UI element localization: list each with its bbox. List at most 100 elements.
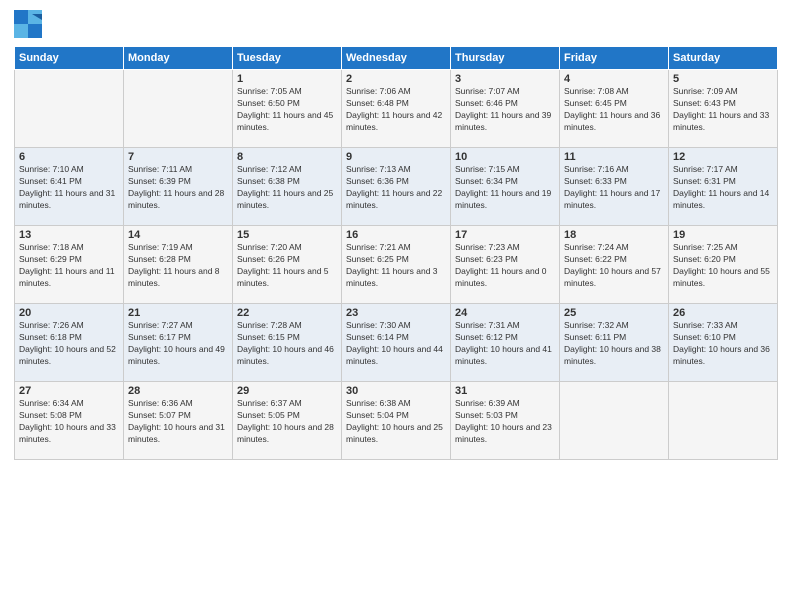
- day-number: 7: [128, 151, 228, 163]
- calendar-cell: 26Sunrise: 7:33 AMSunset: 6:10 PMDayligh…: [669, 304, 778, 382]
- calendar-cell: 25Sunrise: 7:32 AMSunset: 6:11 PMDayligh…: [560, 304, 669, 382]
- calendar-cell: 2Sunrise: 7:06 AMSunset: 6:48 PMDaylight…: [342, 70, 451, 148]
- day-info: Sunrise: 6:36 AMSunset: 5:07 PMDaylight:…: [128, 398, 228, 446]
- calendar-cell: 4Sunrise: 7:08 AMSunset: 6:45 PMDaylight…: [560, 70, 669, 148]
- day-number: 22: [237, 307, 337, 319]
- day-number: 30: [346, 385, 446, 397]
- day-number: 3: [455, 73, 555, 85]
- day-info: Sunrise: 7:10 AMSunset: 6:41 PMDaylight:…: [19, 164, 119, 212]
- day-number: 19: [673, 229, 773, 241]
- day-number: 10: [455, 151, 555, 163]
- header-row: SundayMondayTuesdayWednesdayThursdayFrid…: [15, 47, 778, 70]
- calendar-cell: 29Sunrise: 6:37 AMSunset: 5:05 PMDayligh…: [233, 382, 342, 460]
- day-number: 15: [237, 229, 337, 241]
- day-info: Sunrise: 6:37 AMSunset: 5:05 PMDaylight:…: [237, 398, 337, 446]
- day-info: Sunrise: 7:31 AMSunset: 6:12 PMDaylight:…: [455, 320, 555, 368]
- day-info: Sunrise: 7:27 AMSunset: 6:17 PMDaylight:…: [128, 320, 228, 368]
- day-number: 24: [455, 307, 555, 319]
- day-header-monday: Monday: [124, 47, 233, 70]
- day-info: Sunrise: 7:21 AMSunset: 6:25 PMDaylight:…: [346, 242, 446, 290]
- week-row-4: 20Sunrise: 7:26 AMSunset: 6:18 PMDayligh…: [15, 304, 778, 382]
- day-number: 16: [346, 229, 446, 241]
- day-info: Sunrise: 7:07 AMSunset: 6:46 PMDaylight:…: [455, 86, 555, 134]
- day-number: 13: [19, 229, 119, 241]
- calendar-cell: [669, 382, 778, 460]
- day-number: 27: [19, 385, 119, 397]
- calendar-cell: 30Sunrise: 6:38 AMSunset: 5:04 PMDayligh…: [342, 382, 451, 460]
- day-number: 31: [455, 385, 555, 397]
- calendar-cell: [560, 382, 669, 460]
- day-info: Sunrise: 7:05 AMSunset: 6:50 PMDaylight:…: [237, 86, 337, 134]
- day-info: Sunrise: 6:34 AMSunset: 5:08 PMDaylight:…: [19, 398, 119, 446]
- day-number: 29: [237, 385, 337, 397]
- day-number: 17: [455, 229, 555, 241]
- day-header-sunday: Sunday: [15, 47, 124, 70]
- day-info: Sunrise: 6:38 AMSunset: 5:04 PMDaylight:…: [346, 398, 446, 446]
- calendar-cell: [124, 70, 233, 148]
- day-number: 20: [19, 307, 119, 319]
- day-info: Sunrise: 7:23 AMSunset: 6:23 PMDaylight:…: [455, 242, 555, 290]
- day-info: Sunrise: 7:33 AMSunset: 6:10 PMDaylight:…: [673, 320, 773, 368]
- calendar-cell: 12Sunrise: 7:17 AMSunset: 6:31 PMDayligh…: [669, 148, 778, 226]
- day-number: 25: [564, 307, 664, 319]
- day-number: 12: [673, 151, 773, 163]
- calendar-cell: 15Sunrise: 7:20 AMSunset: 6:26 PMDayligh…: [233, 226, 342, 304]
- week-row-2: 6Sunrise: 7:10 AMSunset: 6:41 PMDaylight…: [15, 148, 778, 226]
- calendar-cell: [15, 70, 124, 148]
- week-row-5: 27Sunrise: 6:34 AMSunset: 5:08 PMDayligh…: [15, 382, 778, 460]
- week-row-3: 13Sunrise: 7:18 AMSunset: 6:29 PMDayligh…: [15, 226, 778, 304]
- calendar-cell: 21Sunrise: 7:27 AMSunset: 6:17 PMDayligh…: [124, 304, 233, 382]
- day-number: 28: [128, 385, 228, 397]
- calendar-cell: 1Sunrise: 7:05 AMSunset: 6:50 PMDaylight…: [233, 70, 342, 148]
- calendar-table: SundayMondayTuesdayWednesdayThursdayFrid…: [14, 46, 778, 460]
- day-info: Sunrise: 7:25 AMSunset: 6:20 PMDaylight:…: [673, 242, 773, 290]
- calendar-cell: 6Sunrise: 7:10 AMSunset: 6:41 PMDaylight…: [15, 148, 124, 226]
- day-info: Sunrise: 7:30 AMSunset: 6:14 PMDaylight:…: [346, 320, 446, 368]
- calendar-cell: 10Sunrise: 7:15 AMSunset: 6:34 PMDayligh…: [451, 148, 560, 226]
- calendar-cell: 11Sunrise: 7:16 AMSunset: 6:33 PMDayligh…: [560, 148, 669, 226]
- calendar-cell: 17Sunrise: 7:23 AMSunset: 6:23 PMDayligh…: [451, 226, 560, 304]
- day-number: 26: [673, 307, 773, 319]
- calendar-cell: 28Sunrise: 6:36 AMSunset: 5:07 PMDayligh…: [124, 382, 233, 460]
- header: [14, 10, 778, 38]
- calendar-cell: 13Sunrise: 7:18 AMSunset: 6:29 PMDayligh…: [15, 226, 124, 304]
- day-number: 9: [346, 151, 446, 163]
- day-info: Sunrise: 7:24 AMSunset: 6:22 PMDaylight:…: [564, 242, 664, 290]
- day-number: 14: [128, 229, 228, 241]
- calendar-cell: 24Sunrise: 7:31 AMSunset: 6:12 PMDayligh…: [451, 304, 560, 382]
- day-info: Sunrise: 7:26 AMSunset: 6:18 PMDaylight:…: [19, 320, 119, 368]
- calendar-cell: 16Sunrise: 7:21 AMSunset: 6:25 PMDayligh…: [342, 226, 451, 304]
- day-header-thursday: Thursday: [451, 47, 560, 70]
- calendar-cell: 9Sunrise: 7:13 AMSunset: 6:36 PMDaylight…: [342, 148, 451, 226]
- day-info: Sunrise: 7:28 AMSunset: 6:15 PMDaylight:…: [237, 320, 337, 368]
- day-number: 4: [564, 73, 664, 85]
- calendar-cell: 20Sunrise: 7:26 AMSunset: 6:18 PMDayligh…: [15, 304, 124, 382]
- day-number: 1: [237, 73, 337, 85]
- calendar-cell: 3Sunrise: 7:07 AMSunset: 6:46 PMDaylight…: [451, 70, 560, 148]
- day-info: Sunrise: 7:19 AMSunset: 6:28 PMDaylight:…: [128, 242, 228, 290]
- logo-icon: [14, 10, 42, 38]
- day-header-saturday: Saturday: [669, 47, 778, 70]
- calendar-cell: 5Sunrise: 7:09 AMSunset: 6:43 PMDaylight…: [669, 70, 778, 148]
- day-info: Sunrise: 7:20 AMSunset: 6:26 PMDaylight:…: [237, 242, 337, 290]
- day-info: Sunrise: 7:09 AMSunset: 6:43 PMDaylight:…: [673, 86, 773, 134]
- day-number: 6: [19, 151, 119, 163]
- calendar-cell: 7Sunrise: 7:11 AMSunset: 6:39 PMDaylight…: [124, 148, 233, 226]
- day-header-friday: Friday: [560, 47, 669, 70]
- day-number: 18: [564, 229, 664, 241]
- day-info: Sunrise: 7:11 AMSunset: 6:39 PMDaylight:…: [128, 164, 228, 212]
- page-container: SundayMondayTuesdayWednesdayThursdayFrid…: [0, 0, 792, 470]
- calendar-cell: 22Sunrise: 7:28 AMSunset: 6:15 PMDayligh…: [233, 304, 342, 382]
- day-info: Sunrise: 7:32 AMSunset: 6:11 PMDaylight:…: [564, 320, 664, 368]
- calendar-cell: 8Sunrise: 7:12 AMSunset: 6:38 PMDaylight…: [233, 148, 342, 226]
- logo: [14, 10, 44, 38]
- day-info: Sunrise: 7:16 AMSunset: 6:33 PMDaylight:…: [564, 164, 664, 212]
- day-number: 2: [346, 73, 446, 85]
- day-number: 21: [128, 307, 228, 319]
- calendar-cell: 14Sunrise: 7:19 AMSunset: 6:28 PMDayligh…: [124, 226, 233, 304]
- week-row-1: 1Sunrise: 7:05 AMSunset: 6:50 PMDaylight…: [15, 70, 778, 148]
- day-number: 23: [346, 307, 446, 319]
- day-header-wednesday: Wednesday: [342, 47, 451, 70]
- calendar-cell: 23Sunrise: 7:30 AMSunset: 6:14 PMDayligh…: [342, 304, 451, 382]
- day-info: Sunrise: 7:13 AMSunset: 6:36 PMDaylight:…: [346, 164, 446, 212]
